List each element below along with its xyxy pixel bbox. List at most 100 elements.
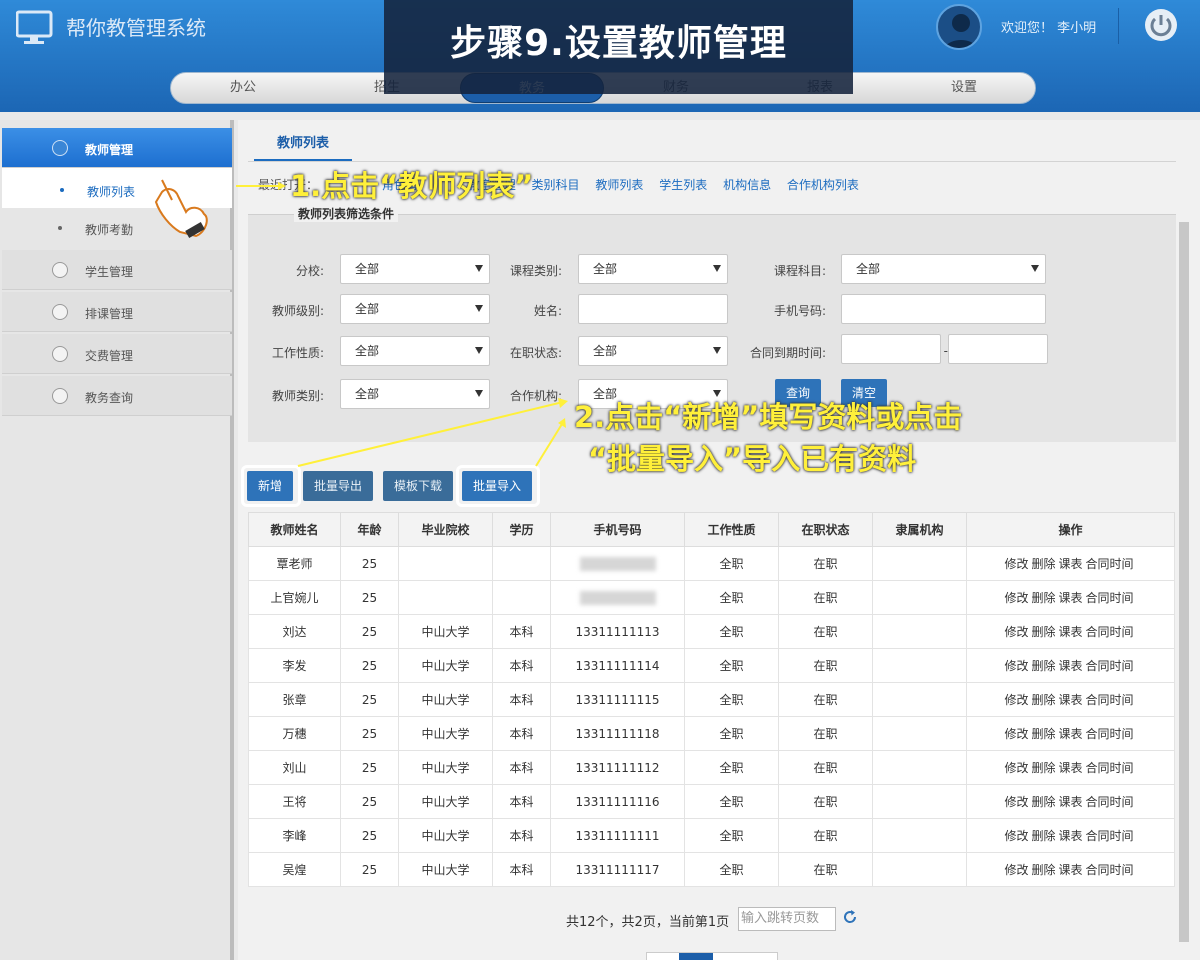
contract-time-link[interactable]: 合同时间 bbox=[1086, 659, 1134, 673]
recent-link[interactable]: 类别科目 bbox=[532, 178, 580, 192]
teacher-name-link[interactable]: 吴煌 bbox=[248, 852, 341, 887]
column-header[interactable]: 毕业院校 bbox=[398, 512, 493, 547]
delete-link[interactable]: 删除 bbox=[1031, 591, 1055, 605]
teacher-name-link[interactable]: 张章 bbox=[248, 682, 341, 717]
contract-end-input[interactable] bbox=[948, 334, 1048, 364]
tab-teacher-list[interactable]: 教师列表 bbox=[254, 128, 352, 162]
refresh-icon[interactable] bbox=[842, 909, 858, 925]
sidebar-item-payment[interactable]: 交费管理 bbox=[2, 334, 232, 374]
nav-tab-office[interactable]: 办公 bbox=[171, 73, 315, 103]
delete-link[interactable]: 删除 bbox=[1031, 659, 1055, 673]
monitor-logo-icon bbox=[15, 10, 54, 44]
contract-time-link[interactable]: 合同时间 bbox=[1086, 829, 1134, 843]
delete-link[interactable]: 删除 bbox=[1031, 727, 1055, 741]
column-header[interactable]: 年龄 bbox=[340, 512, 399, 547]
edit-link[interactable]: 修改 bbox=[1004, 693, 1028, 707]
branch-select[interactable]: 全部 bbox=[340, 254, 490, 284]
contract-time-link[interactable]: 合同时间 bbox=[1086, 625, 1134, 639]
add-button[interactable]: 新增 bbox=[247, 471, 293, 501]
teacher-type-select[interactable]: 全部 bbox=[340, 379, 490, 409]
schedule-link[interactable]: 课表 bbox=[1059, 761, 1083, 775]
sidebar-item-student-management[interactable]: 学生管理 bbox=[2, 250, 232, 290]
delete-link[interactable]: 删除 bbox=[1031, 829, 1055, 843]
vertical-scrollbar[interactable] bbox=[1176, 204, 1192, 960]
sidebar-item-academic-query[interactable]: 教务查询 bbox=[2, 376, 232, 416]
edit-link[interactable]: 修改 bbox=[1004, 795, 1028, 809]
column-header[interactable]: 手机号码 bbox=[550, 512, 685, 547]
teacher-name-link[interactable]: 覃老师 bbox=[248, 546, 341, 581]
contract-time-link[interactable]: 合同时间 bbox=[1086, 557, 1134, 571]
teacher-name-link[interactable]: 刘达 bbox=[248, 614, 341, 649]
column-header[interactable]: 隶属机构 bbox=[872, 512, 967, 547]
schedule-link[interactable]: 课表 bbox=[1059, 693, 1083, 707]
contract-time-link[interactable]: 合同时间 bbox=[1086, 591, 1134, 605]
delete-link[interactable]: 删除 bbox=[1031, 761, 1055, 775]
schedule-link[interactable]: 课表 bbox=[1059, 659, 1083, 673]
user-avatar[interactable] bbox=[936, 4, 982, 50]
contract-time-link[interactable]: 合同时间 bbox=[1086, 693, 1134, 707]
contract-start-input[interactable] bbox=[841, 334, 941, 364]
sidebar-item-scheduling[interactable]: 排课管理 bbox=[2, 292, 232, 332]
scrollbar-thumb[interactable] bbox=[1179, 222, 1189, 942]
employment-status-select[interactable]: 全部 bbox=[578, 336, 728, 366]
work-nature-select[interactable]: 全部 bbox=[340, 336, 490, 366]
edit-link[interactable]: 修改 bbox=[1004, 659, 1028, 673]
page-jump-input[interactable]: 输入跳转页数 bbox=[738, 907, 836, 931]
name-input[interactable] bbox=[578, 294, 728, 324]
power-icon[interactable] bbox=[1145, 9, 1177, 41]
template-download-button[interactable]: 模板下载 bbox=[383, 471, 453, 501]
contract-time-link[interactable]: 合同时间 bbox=[1086, 727, 1134, 741]
column-header[interactable]: 在职状态 bbox=[778, 512, 873, 547]
contract-time-link[interactable]: 合同时间 bbox=[1086, 863, 1134, 877]
delete-link[interactable]: 删除 bbox=[1031, 693, 1055, 707]
phone-cell bbox=[550, 580, 685, 615]
delete-link[interactable]: 删除 bbox=[1031, 557, 1055, 571]
schedule-link[interactable]: 课表 bbox=[1059, 795, 1083, 809]
recent-link[interactable]: 合作机构列表 bbox=[787, 178, 859, 192]
column-header[interactable]: 学历 bbox=[492, 512, 551, 547]
schedule-link[interactable]: 课表 bbox=[1059, 727, 1083, 741]
edit-link[interactable]: 修改 bbox=[1004, 625, 1028, 639]
nav-tab-settings[interactable]: 设置 bbox=[892, 73, 1036, 103]
sidebar-subitem-teacher-list[interactable]: 教师列表 bbox=[2, 168, 232, 208]
recent-link[interactable]: 学生列表 bbox=[659, 178, 707, 192]
teacher-name-link[interactable]: 万穗 bbox=[248, 716, 341, 751]
column-header[interactable]: 教师姓名 bbox=[248, 512, 341, 547]
teacher-name-link[interactable]: 上官婉儿 bbox=[248, 580, 341, 615]
batch-export-button[interactable]: 批量导出 bbox=[303, 471, 373, 501]
recent-link[interactable]: 教师列表 bbox=[595, 178, 643, 192]
contract-time-link[interactable]: 合同时间 bbox=[1086, 795, 1134, 809]
pagination-buttons[interactable] bbox=[646, 952, 778, 960]
edit-link[interactable]: 修改 bbox=[1004, 829, 1028, 843]
delete-link[interactable]: 删除 bbox=[1031, 863, 1055, 877]
edit-link[interactable]: 修改 bbox=[1004, 761, 1028, 775]
current-page-button[interactable] bbox=[679, 953, 713, 960]
course-subject-select[interactable]: 全部 bbox=[841, 254, 1046, 284]
teacher-name-link[interactable]: 刘山 bbox=[248, 750, 341, 785]
schedule-link[interactable]: 课表 bbox=[1059, 829, 1083, 843]
schedule-link[interactable]: 课表 bbox=[1059, 863, 1083, 877]
schedule-link[interactable]: 课表 bbox=[1059, 591, 1083, 605]
teacher-name-link[interactable]: 王将 bbox=[248, 784, 341, 819]
phone-input[interactable] bbox=[841, 294, 1046, 324]
contract-time-link[interactable]: 合同时间 bbox=[1086, 761, 1134, 775]
column-header[interactable]: 操作 bbox=[966, 512, 1175, 547]
education-cell: 本科 bbox=[492, 750, 551, 785]
edit-link[interactable]: 修改 bbox=[1004, 557, 1028, 571]
schedule-link[interactable]: 课表 bbox=[1059, 625, 1083, 639]
course-type-select[interactable]: 全部 bbox=[578, 254, 728, 284]
edit-link[interactable]: 修改 bbox=[1004, 727, 1028, 741]
schedule-link[interactable]: 课表 bbox=[1059, 557, 1083, 571]
edit-link[interactable]: 修改 bbox=[1004, 863, 1028, 877]
delete-link[interactable]: 删除 bbox=[1031, 795, 1055, 809]
batch-import-button[interactable]: 批量导入 bbox=[462, 471, 532, 501]
delete-link[interactable]: 删除 bbox=[1031, 625, 1055, 639]
teacher-name-link[interactable]: 李峰 bbox=[248, 818, 341, 853]
teacher-name-link[interactable]: 李发 bbox=[248, 648, 341, 683]
column-header[interactable]: 工作性质 bbox=[684, 512, 779, 547]
teacher-level-select[interactable]: 全部 bbox=[340, 294, 490, 324]
sidebar-subitem-teacher-attendance[interactable]: 教师考勤 bbox=[2, 208, 232, 248]
sidebar-item-teacher-management[interactable]: 教师管理 bbox=[2, 128, 232, 168]
edit-link[interactable]: 修改 bbox=[1004, 591, 1028, 605]
recent-link[interactable]: 机构信息 bbox=[723, 178, 771, 192]
